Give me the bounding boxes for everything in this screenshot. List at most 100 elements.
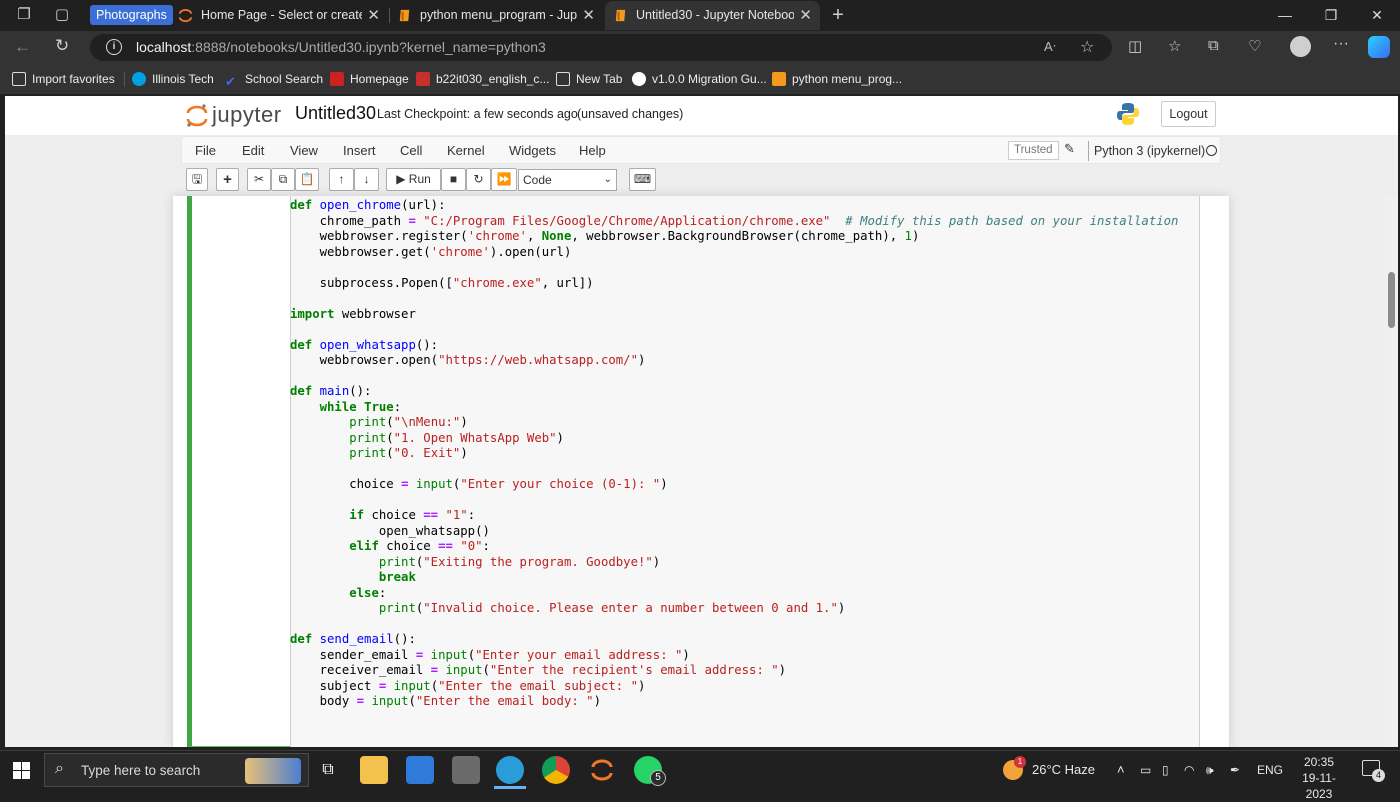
close-window-icon[interactable]: ✕ bbox=[1354, 0, 1400, 30]
run-icon: ▶ bbox=[396, 172, 406, 186]
save-icon[interactable]: 🖫 bbox=[186, 168, 208, 191]
restart-icon[interactable]: ↻ bbox=[466, 168, 491, 191]
profile-avatar-icon[interactable] bbox=[1290, 36, 1311, 57]
search-highlight-icon[interactable] bbox=[245, 758, 301, 784]
close-tab-icon[interactable]: ✕ bbox=[799, 1, 812, 30]
run-button[interactable]: ▶ Run bbox=[386, 168, 441, 191]
vertical-tabs-icon[interactable]: ▢ bbox=[52, 5, 72, 25]
clock[interactable]: 20:35 19-11-2023 bbox=[1290, 754, 1348, 802]
camera-icon[interactable] bbox=[452, 756, 480, 784]
address-bar[interactable]: i localhost:8888/notebooks/Untitled30.ip… bbox=[90, 34, 1112, 61]
pdf-icon bbox=[416, 72, 430, 86]
copilot-icon[interactable] bbox=[1368, 36, 1390, 58]
tab-home-page[interactable]: Home Page - Select or create a n ✕ bbox=[170, 1, 388, 30]
menu-insert[interactable]: Insert bbox=[343, 137, 376, 164]
notebook-name[interactable]: Untitled30 bbox=[295, 103, 376, 124]
cut-icon[interactable]: ✂ bbox=[247, 168, 271, 191]
wifi-icon[interactable]: ◠ bbox=[1184, 751, 1194, 789]
trusted-indicator[interactable]: Trusted bbox=[1008, 141, 1059, 160]
jupyter-app-icon[interactable] bbox=[588, 756, 616, 784]
pen-icon[interactable]: ✒ bbox=[1230, 751, 1240, 789]
minimize-icon[interactable]: — bbox=[1262, 0, 1308, 30]
jupyter-logo-text[interactable]: jupyter bbox=[212, 102, 282, 128]
jupyter-menubar: File Edit View Insert Cell Kernel Widget… bbox=[181, 136, 1221, 164]
tab-label: Untitled30 - Jupyter Notebook bbox=[636, 8, 794, 22]
menu-kernel[interactable]: Kernel bbox=[447, 137, 485, 164]
tab-python-menu-program[interactable]: python menu_program - Jupyter ✕ bbox=[389, 1, 603, 30]
import-icon bbox=[12, 72, 26, 86]
kernel-name[interactable]: Python 3 (ipykernel) bbox=[1088, 141, 1205, 161]
bookmark-migration-guide[interactable]: v1.0.0 Migration Gu... bbox=[632, 64, 767, 94]
split-screen-icon[interactable]: ◫ bbox=[1128, 37, 1142, 55]
favorites-icon[interactable]: ☆ bbox=[1168, 37, 1181, 55]
settings-more-icon[interactable]: ··· bbox=[1333, 35, 1349, 53]
refresh-icon[interactable]: ↻ bbox=[55, 36, 69, 56]
network-icon[interactable]: ▭ bbox=[1140, 751, 1151, 789]
language-indicator[interactable]: ENG bbox=[1257, 751, 1283, 789]
menu-help[interactable]: Help bbox=[579, 137, 606, 164]
browser-essentials-icon[interactable]: ♡ bbox=[1248, 37, 1261, 55]
logout-button[interactable]: Logout bbox=[1161, 101, 1216, 127]
task-view-icon[interactable]: ⧉ bbox=[314, 756, 342, 784]
notebook-icon bbox=[772, 72, 786, 86]
close-tab-icon[interactable]: ✕ bbox=[367, 1, 380, 30]
menu-cell[interactable]: Cell bbox=[400, 137, 422, 164]
restore-icon[interactable]: ❐ bbox=[1308, 0, 1354, 30]
menu-file[interactable]: File bbox=[195, 137, 216, 164]
paste-icon[interactable]: 📋 bbox=[295, 168, 319, 191]
interrupt-icon[interactable]: ■ bbox=[441, 168, 466, 191]
close-tab-icon[interactable]: ✕ bbox=[582, 1, 595, 30]
bookmark-python-menu[interactable]: python menu_prog... bbox=[772, 64, 902, 94]
battery-icon[interactable]: ▯ bbox=[1162, 751, 1169, 789]
restart-run-all-icon[interactable]: ⏩ bbox=[491, 168, 517, 191]
github-icon bbox=[632, 72, 646, 86]
page-scrollbar[interactable] bbox=[1385, 196, 1398, 747]
bookmark-import-favorites[interactable]: Import favorites bbox=[12, 64, 115, 94]
unsaved-status: (unsaved changes) bbox=[577, 107, 684, 121]
jupyter-page: jupyter Untitled30 Last Checkpoint: a fe… bbox=[5, 96, 1398, 747]
copy-icon[interactable]: ⧉ bbox=[271, 168, 295, 191]
read-aloud-icon[interactable]: Aᐧ bbox=[1044, 39, 1056, 55]
kernel-idle-indicator-icon bbox=[1206, 145, 1217, 156]
workspaces-icon[interactable]: ❐ bbox=[14, 5, 34, 25]
code-content[interactable]: def open_chrome(url): chrome_path = "C:/… bbox=[290, 198, 1178, 710]
site-info-icon[interactable]: i bbox=[106, 39, 122, 55]
bookmark-new-tab[interactable]: New Tab bbox=[556, 64, 622, 94]
menu-view[interactable]: View bbox=[290, 137, 318, 164]
scrollbar-thumb[interactable] bbox=[1388, 272, 1395, 328]
run-label: Run bbox=[408, 172, 431, 186]
volume-icon[interactable]: 🕪 bbox=[1206, 751, 1214, 789]
bookmark-school-search[interactable]: ✔ School Search bbox=[225, 64, 323, 94]
jupyter-logo-icon[interactable] bbox=[185, 103, 209, 129]
menu-widgets[interactable]: Widgets bbox=[509, 137, 556, 164]
weather-text[interactable]: 26°C Haze bbox=[1032, 751, 1095, 789]
bookmark-illinois-tech[interactable]: Illinois Tech bbox=[132, 64, 214, 94]
bookmark-homepage[interactable]: Homepage bbox=[330, 64, 409, 94]
cell-type-select[interactable]: Code ⌄ bbox=[518, 169, 617, 191]
workspace-button[interactable]: Photographs bbox=[90, 5, 173, 25]
chrome-icon[interactable] bbox=[542, 756, 570, 784]
file-explorer-icon[interactable] bbox=[360, 756, 388, 784]
command-palette-icon[interactable]: ⌨ bbox=[629, 168, 656, 191]
collections-icon[interactable]: ⧉ bbox=[1208, 37, 1219, 54]
jupyter-toolbar: 🖫 + ✂ ⧉ 📋 ↑ ↓ ▶ Run ■ ↻ ⏩ Code ⌄ ⌨ bbox=[181, 166, 1221, 194]
move-up-icon[interactable]: ↑ bbox=[329, 168, 354, 191]
edge-icon[interactable] bbox=[496, 756, 524, 784]
url-text[interactable]: localhost:8888/notebooks/Untitled30.ipyn… bbox=[136, 34, 546, 61]
menu-edit[interactable]: Edit bbox=[242, 137, 264, 164]
bookmark-pdf[interactable]: b22it030_english_c... bbox=[416, 64, 549, 94]
move-down-icon[interactable]: ↓ bbox=[354, 168, 379, 191]
jupyter-favicon-icon bbox=[178, 8, 193, 23]
back-icon[interactable]: ← bbox=[14, 37, 31, 57]
insert-cell-icon[interactable]: + bbox=[216, 168, 239, 191]
search-placeholder: Type here to search bbox=[81, 763, 201, 778]
tab-untitled30[interactable]: Untitled30 - Jupyter Notebook ✕ bbox=[605, 1, 820, 30]
favorite-star-icon[interactable]: ☆ bbox=[1080, 37, 1094, 57]
chevron-up-icon[interactable]: ˄ bbox=[1117, 751, 1125, 789]
new-tab-icon[interactable]: + bbox=[828, 5, 848, 25]
taskbar-search-box[interactable]: ⌕ Type here to search bbox=[44, 753, 309, 787]
windows-start-icon[interactable] bbox=[13, 762, 30, 779]
search-icon: ⌕ bbox=[55, 760, 64, 777]
edit-mode-pencil-icon: ✎ bbox=[1064, 141, 1075, 156]
mail-icon[interactable] bbox=[406, 756, 434, 784]
